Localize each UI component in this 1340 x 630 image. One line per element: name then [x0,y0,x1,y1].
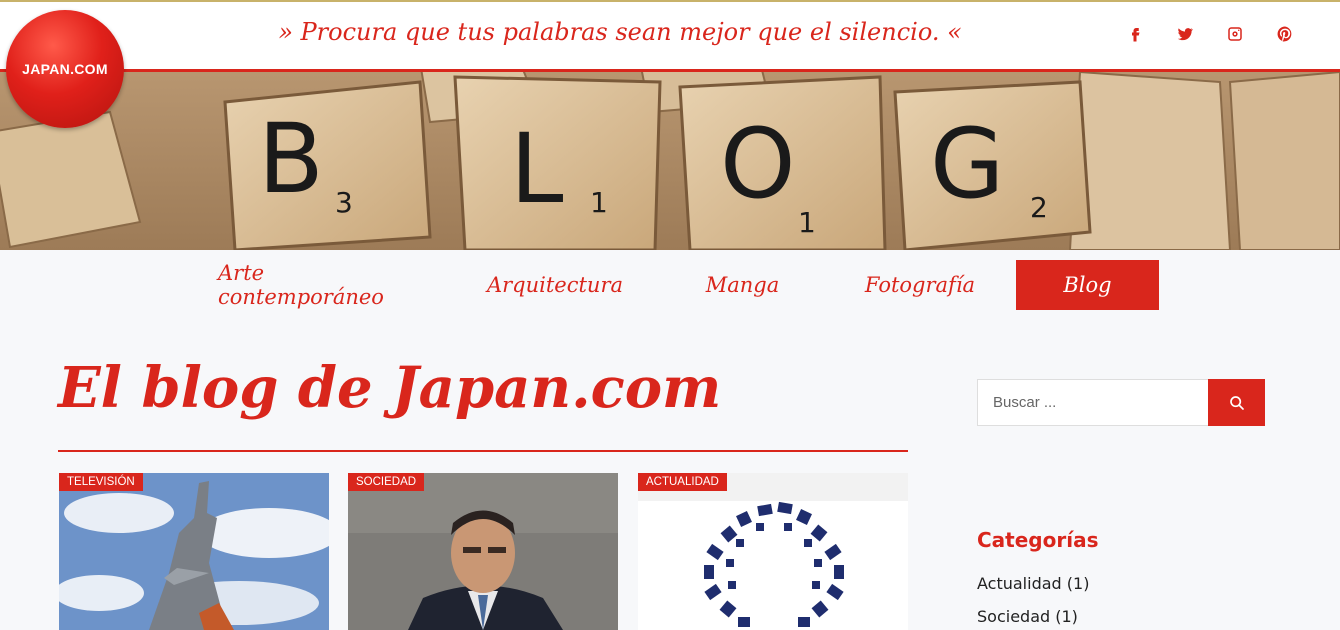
category-tag[interactable]: SOCIEDAD [348,473,425,491]
page-title: El blog de Japan.com [58,355,722,421]
tile-letter-b: B [258,103,324,215]
blog-banner-image: B 3 L 1 O 1 G 2 [0,72,1340,250]
tile-score-o: 1 [798,206,816,239]
post-card-television[interactable]: TELEVISIÓN [59,473,329,630]
post-card-actualidad[interactable]: ACTUALIDAD [638,473,908,630]
search-form [977,379,1265,426]
post-card-sociedad[interactable]: SOCIEDAD [348,473,618,630]
category-link-sociedad[interactable]: Sociedad (1) [977,607,1078,626]
post-thumbnail-olympic-emblem [638,473,908,630]
category-tag[interactable]: TELEVISIÓN [59,473,143,491]
tile-letter-g: G [930,108,1004,220]
search-button[interactable] [1208,379,1265,426]
title-divider [58,450,908,452]
tile-letter-l: L [510,113,563,225]
search-input[interactable] [977,379,1209,426]
tile-score-b: 3 [335,186,353,219]
logo-text: JAPAN.COM [22,61,108,77]
post-thumbnail-statue [59,473,329,630]
header-quote: » Procura que tus palabras sean mejor qu… [278,18,962,46]
tile-score-g: 2 [1030,191,1048,224]
social-links [1110,22,1310,46]
instagram-icon[interactable] [1210,22,1260,46]
top-bar: » Procura que tus palabras sean mejor qu… [0,0,1340,72]
nav-item-blog[interactable]: Blog [1016,260,1159,310]
nav-item-arte-contemporaneo[interactable]: Arte contemporáneo [218,260,413,310]
search-icon [1229,395,1244,410]
categories-heading: Categorías [977,528,1099,552]
category-link-actualidad[interactable]: Actualidad (1) [977,574,1089,593]
nav-item-fotografia[interactable]: Fotografía [860,260,980,310]
main-nav: Arte contemporáneo Arquitectura Manga Fo… [0,250,1340,320]
tile-letter-o: O [720,108,796,220]
post-thumbnail-speaker [348,473,618,630]
site-logo[interactable]: JAPAN.COM [6,10,124,128]
facebook-icon[interactable] [1110,22,1160,46]
nav-item-manga[interactable]: Manga [695,260,790,310]
tile-score-l: 1 [590,186,608,219]
category-tag[interactable]: ACTUALIDAD [638,473,727,491]
twitter-icon[interactable] [1160,22,1210,46]
nav-item-arquitectura[interactable]: Arquitectura [480,260,630,310]
pinterest-icon[interactable] [1260,22,1310,46]
